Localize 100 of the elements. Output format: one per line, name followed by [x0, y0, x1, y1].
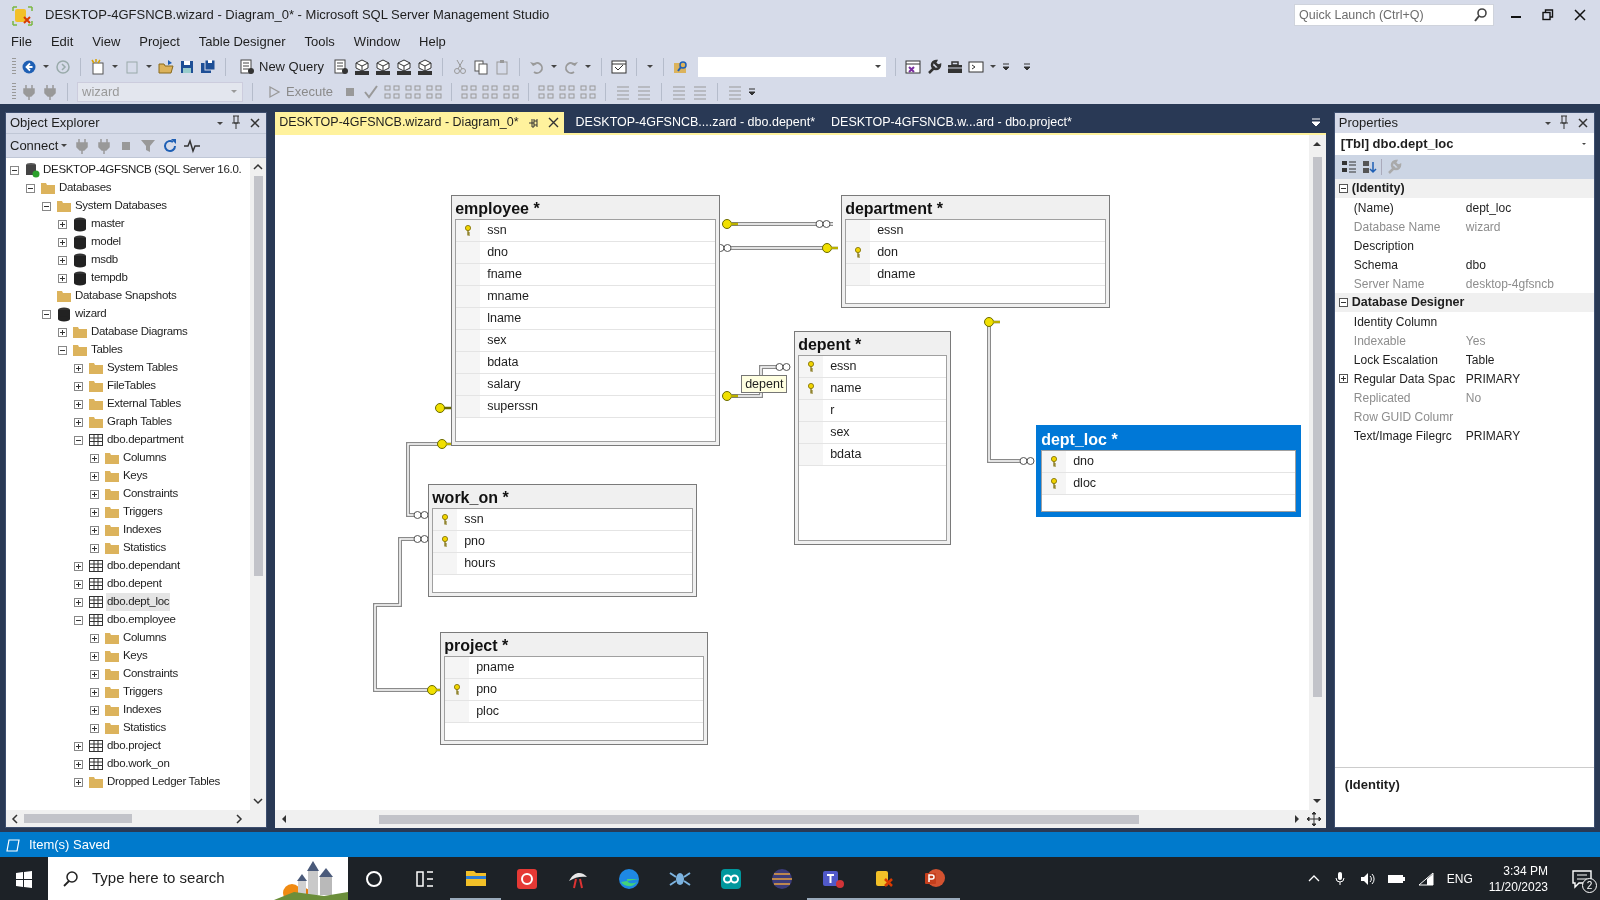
new-project-icon[interactable]	[90, 58, 106, 75]
pan-icon[interactable]	[1305, 811, 1322, 827]
tree-item[interactable]: Indexes	[122, 701, 163, 719]
language-indicator[interactable]: ENG	[1446, 869, 1473, 888]
notification-icon[interactable]	[1572, 868, 1592, 889]
microphone-icon[interactable]	[1332, 870, 1347, 887]
table-box[interactable]: depent * essn name r sex bdata	[794, 331, 952, 545]
property-value[interactable]: PRIMARY	[1465, 369, 1521, 388]
database-query-icon[interactable]	[333, 58, 350, 75]
row-selector[interactable]	[433, 509, 458, 530]
refresh-icon[interactable]	[162, 137, 179, 154]
tree-item[interactable]: Graph Tables	[106, 413, 173, 431]
menu-item[interactable]: View	[86, 32, 127, 52]
cube-icon[interactable]	[354, 58, 371, 75]
expand-icon[interactable]	[90, 705, 99, 715]
property-name[interactable]: Lock Escalation	[1353, 350, 1438, 369]
row-selector[interactable]	[846, 242, 871, 263]
table-box[interactable]: work_on * ssn pno hours	[428, 484, 698, 597]
close-icon[interactable]	[1574, 9, 1586, 21]
wrench-icon[interactable]	[926, 58, 943, 75]
table-box[interactable]: department * essn don dname	[841, 195, 1111, 308]
connect-button[interactable]: Connect	[10, 135, 69, 156]
caret-icon[interactable]	[145, 64, 153, 69]
expand-icon[interactable]	[90, 633, 99, 643]
vertical-scrollbar[interactable]	[250, 158, 267, 810]
row-selector[interactable]	[799, 378, 824, 399]
menu-item[interactable]: Project	[133, 32, 186, 52]
expand-icon[interactable]	[74, 579, 83, 589]
overflow-icon[interactable]	[1002, 60, 1011, 73]
tree-item[interactable]: wizard	[74, 305, 108, 323]
tree-item[interactable]: tempdb	[90, 269, 129, 287]
property-name[interactable]: Identity Column	[1353, 312, 1438, 331]
tree-item[interactable]: msdb	[90, 251, 119, 269]
visual-studio-icon[interactable]	[905, 58, 922, 75]
tree-item[interactable]: Database Snapshots	[74, 287, 178, 305]
menu-item[interactable]: Table Designer	[192, 32, 292, 52]
back-icon[interactable]	[21, 58, 37, 75]
alphabetical-icon[interactable]	[1360, 159, 1377, 175]
expand-icon[interactable]	[90, 471, 99, 481]
quick-launch-field[interactable]: Quick Launch (Ctrl+Q)	[1294, 4, 1494, 26]
expand-icon[interactable]	[90, 489, 99, 499]
caret-icon[interactable]	[216, 120, 225, 126]
menu-item[interactable]: Help	[413, 32, 452, 52]
tree-item[interactable]: Dropped Ledger Tables	[106, 773, 222, 791]
menu-item[interactable]: Window	[347, 32, 407, 52]
expand-icon[interactable]	[1338, 374, 1348, 383]
row-selector[interactable]	[456, 220, 481, 241]
tree-item[interactable]: dbo.dept_loc	[106, 593, 171, 611]
menu-item[interactable]: Edit	[44, 32, 80, 52]
tree-item[interactable]: master	[90, 215, 126, 233]
expand-icon[interactable]	[74, 759, 83, 769]
caret-icon[interactable]	[42, 64, 50, 69]
menu-item[interactable]: Tools	[298, 32, 341, 52]
collapse-icon[interactable]	[1338, 298, 1348, 307]
tree-item[interactable]: Columns	[122, 449, 168, 467]
property-name[interactable]: (Name)	[1353, 198, 1394, 217]
tree-item[interactable]: Databases	[58, 179, 113, 197]
tree-item[interactable]: dbo.department	[106, 431, 185, 449]
document-tab[interactable]: DESKTOP-4GFSNCB.w...ard - dbo.project*	[827, 112, 1076, 133]
find-icon[interactable]	[673, 58, 690, 75]
overflow-icon[interactable]	[1023, 60, 1032, 73]
overflow-icon[interactable]	[748, 85, 756, 98]
tree-item[interactable]: System Databases	[74, 197, 168, 215]
caret-icon[interactable]	[111, 64, 119, 69]
caret-icon[interactable]	[584, 64, 593, 69]
tree-item[interactable]: dbo.work_on	[106, 755, 171, 773]
copy-icon[interactable]	[473, 58, 490, 75]
expand-icon[interactable]	[74, 399, 83, 409]
expand-icon[interactable]	[90, 525, 99, 535]
open-folder-icon[interactable]	[158, 58, 174, 75]
caret-icon[interactable]	[989, 64, 998, 69]
expand-icon[interactable]	[74, 777, 83, 787]
restore-icon[interactable]	[1542, 9, 1554, 21]
console-icon[interactable]	[968, 58, 985, 75]
expand-icon[interactable]	[90, 687, 99, 697]
expand-icon[interactable]	[58, 219, 67, 229]
expand-icon[interactable]	[90, 543, 99, 553]
tree-item[interactable]: dbo.employee	[106, 611, 177, 629]
close-icon[interactable]	[1576, 116, 1590, 130]
property-value[interactable]: dept_loc	[1465, 198, 1512, 217]
property-name[interactable]: Schema	[1353, 255, 1398, 274]
vertical-scrollbar[interactable]	[1308, 135, 1326, 810]
search-box[interactable]: Type here to search	[48, 857, 348, 900]
tree-item[interactable]: dbo.project	[106, 737, 162, 755]
collapse-icon[interactable]	[74, 435, 83, 445]
collapse-icon[interactable]	[10, 165, 19, 175]
collapse-icon[interactable]	[26, 183, 35, 193]
tree-item[interactable]: model	[90, 233, 122, 251]
expand-icon[interactable]	[90, 669, 99, 679]
save-all-icon[interactable]	[200, 58, 216, 75]
categorized-icon[interactable]	[1340, 159, 1357, 175]
expand-icon[interactable]	[58, 255, 67, 265]
expand-icon[interactable]	[90, 507, 99, 517]
property-name[interactable]: Regular Data Spac	[1353, 369, 1456, 388]
expand-icon[interactable]	[90, 651, 99, 661]
check-icon[interactable]	[363, 83, 379, 100]
new-query-button[interactable]: New Query	[235, 56, 329, 77]
table-box[interactable]: employee * ssn dno fname mname lname sex bdata salary superssn	[451, 195, 721, 446]
expand-icon[interactable]	[74, 561, 83, 571]
tree-item[interactable]: dbo.dependant	[106, 557, 181, 575]
